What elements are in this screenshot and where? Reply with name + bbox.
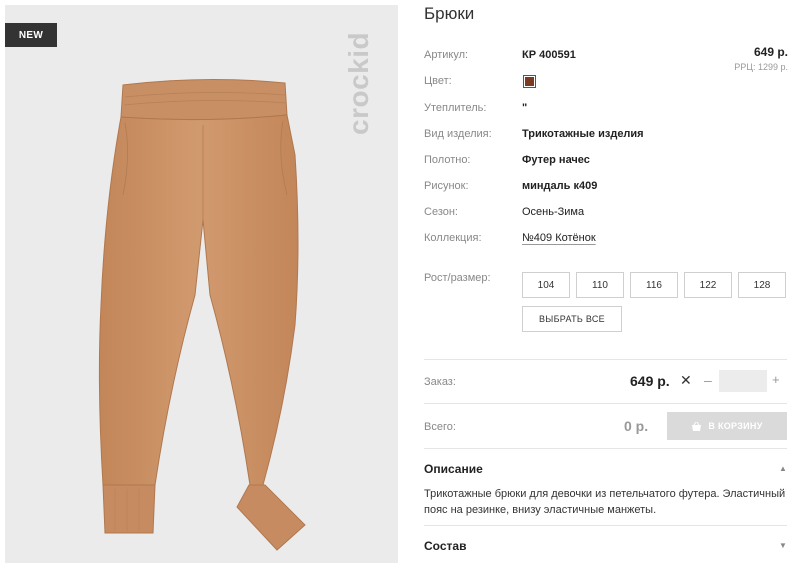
order-unit-price: 649 р.: [630, 373, 670, 389]
product-type-value: Трикотажные изделия: [522, 128, 644, 140]
insulation-value: ": [522, 102, 528, 114]
size-option-110[interactable]: 110: [576, 272, 624, 298]
brand-watermark: crockid: [343, 31, 374, 135]
pants-illustration: [98, 78, 306, 551]
order-label: Заказ:: [424, 376, 456, 388]
increase-quantity-button[interactable]: +: [772, 372, 780, 387]
composition-heading[interactable]: Состав: [424, 539, 466, 553]
color-swatch[interactable]: [523, 75, 536, 88]
season-value: Осень-Зима: [522, 206, 585, 218]
article-value: КР 400591: [522, 49, 576, 61]
multiply-icon: ✕: [680, 372, 692, 388]
basket-icon: [692, 421, 702, 431]
collection-label: Коллекция:: [424, 232, 482, 244]
size-option-128[interactable]: 128: [738, 272, 786, 298]
pattern-value: миндаль к409: [522, 180, 598, 192]
product-title: Брюки: [424, 4, 475, 23]
insulation-label: Утеплитель:: [424, 102, 487, 114]
collapse-arrow-icon[interactable]: ▲: [779, 464, 787, 473]
color-label: Цвет:: [424, 75, 452, 87]
size-label: Рост/размер:: [424, 272, 491, 284]
add-to-cart-button[interactable]: В КОРЗИНУ: [667, 412, 787, 440]
article-label: Артикул:: [424, 49, 469, 61]
divider: [424, 525, 787, 526]
product-photo[interactable]: NEW crockid: [5, 5, 398, 563]
fabric-value: Футер начес: [522, 154, 590, 166]
divider: [424, 448, 787, 449]
quantity-input[interactable]: [719, 370, 767, 392]
size-option-104[interactable]: 104: [522, 272, 570, 298]
pants-left-cuff: [102, 484, 156, 534]
decrease-quantity-button[interactable]: –: [704, 372, 712, 388]
product-type-label: Вид изделия:: [424, 128, 492, 140]
pattern-label: Рисунок:: [424, 180, 469, 192]
expand-arrow-icon[interactable]: ▼: [779, 541, 787, 550]
divider: [424, 403, 787, 404]
description-text: Трикотажные брюки для девочки из петельч…: [424, 488, 786, 516]
total-label: Всего:: [424, 421, 456, 433]
product-price: 649 р.: [753, 45, 788, 59]
pants-body: [98, 114, 299, 486]
new-badge: NEW: [5, 23, 57, 47]
divider: [424, 359, 787, 360]
recommended-retail-price: РРЦ: 1299 р.: [734, 62, 788, 72]
total-value: 0 р.: [624, 418, 649, 434]
add-to-cart-label: В КОРЗИНУ: [708, 421, 763, 431]
size-option-122[interactable]: 122: [684, 272, 732, 298]
fabric-label: Полотно:: [424, 154, 471, 166]
product-details: Брюки Артикул: КР 400591 649 р. РРЦ: 129…: [424, 0, 790, 563]
pants-waistband: [120, 78, 288, 121]
collection-link[interactable]: №409 Котёнок: [522, 232, 596, 244]
description-heading[interactable]: Описание: [424, 462, 483, 476]
pants-right-cuff: [236, 484, 306, 551]
size-option-116[interactable]: 116: [630, 272, 678, 298]
select-all-sizes-button[interactable]: ВЫБРАТЬ ВСЕ: [522, 306, 622, 332]
season-label: Сезон:: [424, 206, 458, 218]
